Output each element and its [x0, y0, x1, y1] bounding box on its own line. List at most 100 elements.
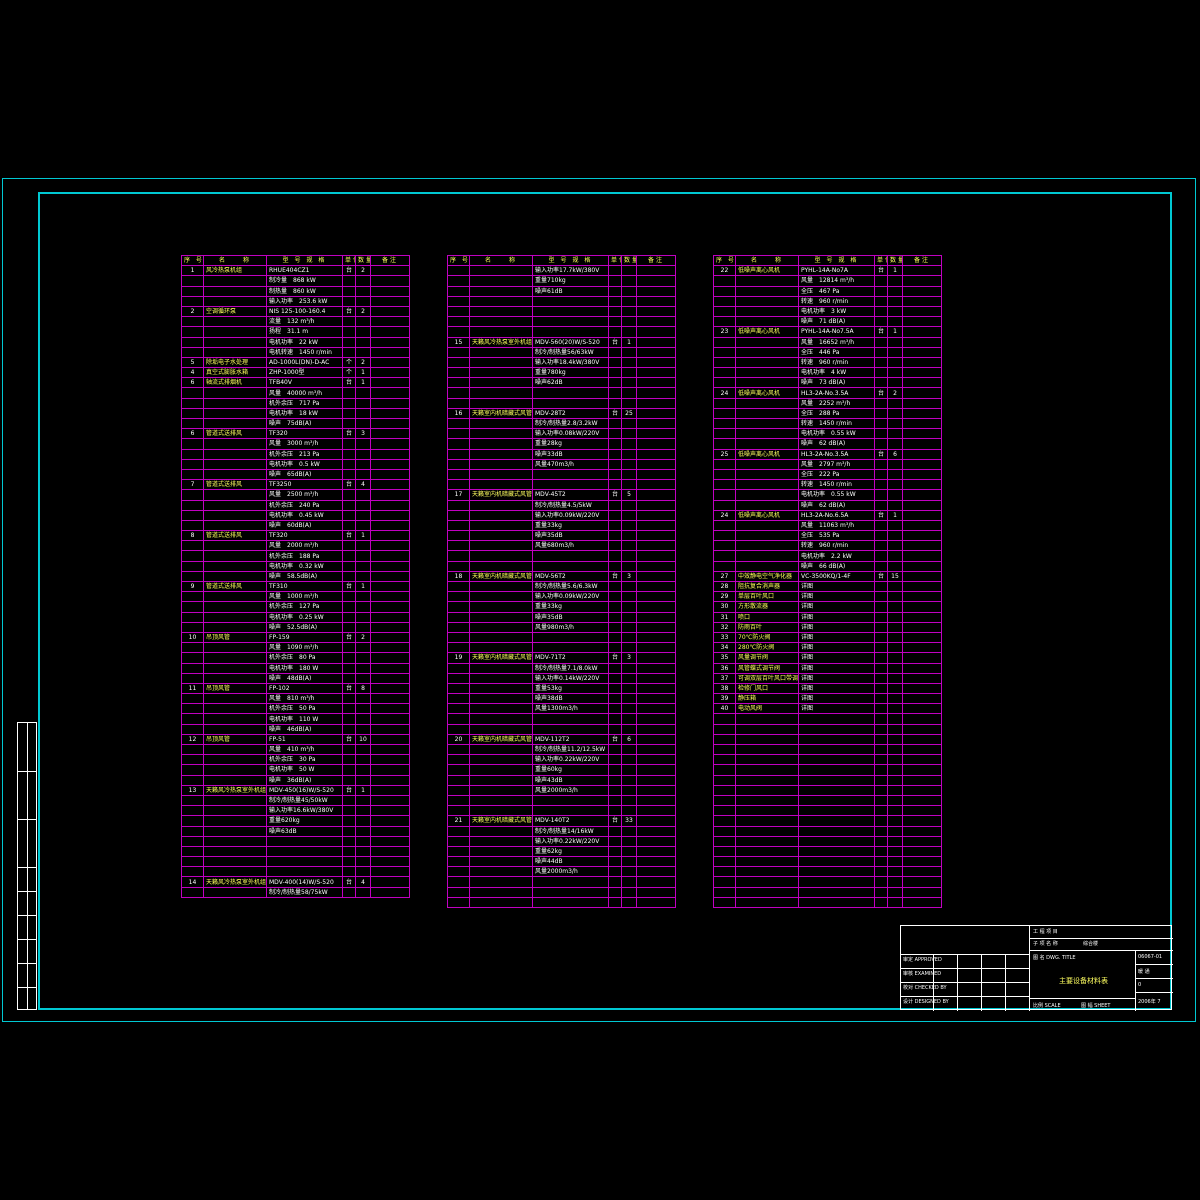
row-number-cell: 8: [181, 530, 204, 542]
table-row: 6 轴流式排烟机 TFB40V 台 1: [181, 377, 410, 389]
quantity-cell: [621, 265, 637, 277]
table-row: [713, 743, 942, 756]
table-row: 噪声61dB: [447, 285, 676, 297]
row-number-cell: [713, 835, 736, 847]
equipment-name-cell: 天籁风冷热泵室外机组: [203, 784, 267, 796]
model-spec-cell: 重量60kg: [532, 764, 609, 776]
row-number-cell: [181, 285, 204, 297]
equipment-name-cell: [469, 305, 533, 318]
quantity-cell: [887, 825, 903, 837]
unit-cell: [874, 316, 888, 328]
remark-cell: [636, 754, 676, 766]
remark-cell: [636, 774, 676, 786]
model-spec-cell: [532, 387, 609, 399]
equipment-name-cell: 防雨百叶: [735, 621, 799, 633]
equipment-name-cell: 中效静电空气净化器: [735, 570, 799, 583]
quantity-cell: [355, 387, 371, 399]
quantity-cell: [355, 417, 371, 430]
model-spec-cell: 噪声 65dB(A): [266, 468, 343, 481]
quantity-cell: [355, 723, 371, 735]
model-spec-cell: 电机功率 0.32 kW: [266, 560, 343, 572]
table-row: 14 天籁风冷热泵室外机组 MDV-400(14)W/S-520 台 4: [181, 876, 410, 888]
remark-cell: [370, 265, 410, 277]
table-row: [713, 713, 942, 725]
equipment-name-cell: [203, 275, 267, 287]
remark-cell: [636, 305, 676, 318]
model-spec-cell: 噪声 62 dB(A): [798, 438, 875, 450]
remark-cell: [636, 417, 676, 430]
remark-cell: [636, 377, 676, 389]
table-row: 31 喷口 详图: [713, 611, 942, 623]
remark-cell: [636, 275, 676, 287]
table-row: 制冷/制热量7.1/8.0kW: [447, 662, 676, 674]
unit-cell: 台: [342, 784, 356, 796]
remark-cell: [636, 662, 676, 674]
remark-cell: [370, 275, 410, 287]
remark-cell: [636, 458, 676, 470]
quantity-cell: [887, 764, 903, 776]
row-number-cell: 10: [181, 631, 204, 644]
row-number-cell: [181, 672, 204, 684]
table-row: 机外余压 717 Pa: [181, 397, 410, 409]
table-row: 噪声 46dB(A): [181, 723, 410, 735]
unit-cell: [342, 815, 356, 827]
quantity-cell: [621, 845, 637, 858]
equipment-name-cell: [469, 825, 533, 837]
row-number-cell: [447, 631, 470, 644]
equipment-name-cell: [203, 642, 267, 654]
quantity-cell: 1: [355, 377, 371, 389]
equipment-table-2: 序 号名 称型 号 规 格单位数量备注 输入功率17.7kW/380V重量710…: [447, 254, 676, 909]
model-spec-cell: 全压 535 Pa: [798, 530, 875, 542]
row-number-cell: [713, 866, 736, 878]
unit-cell: [874, 825, 888, 837]
equipment-name-cell: [735, 733, 799, 746]
equipment-name-cell: [203, 407, 267, 420]
unit-cell: [874, 835, 888, 847]
equipment-name-cell: [469, 540, 533, 552]
remark-cell: [902, 550, 942, 562]
unit-cell: [608, 275, 622, 287]
quantity-cell: [621, 896, 637, 909]
quantity-cell: [887, 672, 903, 684]
remark-cell: [636, 448, 676, 460]
quantity-cell: [887, 316, 903, 328]
model-spec-cell: 电机功率 22 kW: [266, 336, 343, 348]
row-number-cell: [181, 570, 204, 583]
model-spec-cell: [798, 825, 875, 837]
table-row: 29 单层百叶风口 详图: [713, 591, 942, 603]
model-spec-cell: [266, 856, 343, 868]
model-spec-cell: [798, 764, 875, 776]
equipment-name-cell: [735, 805, 799, 817]
model-spec-cell: 风量 2500 m³/h: [266, 489, 343, 501]
row-number-cell: [447, 754, 470, 766]
model-spec-cell: 风量 2797 m³/h: [798, 458, 875, 470]
model-spec-cell: 扬程 31.1 m: [266, 326, 343, 338]
model-spec-cell: [532, 305, 609, 318]
row-number-cell: [447, 601, 470, 613]
model-spec-cell: 电机功率 110 W: [266, 713, 343, 725]
table-row: 噪声 66 dB(A): [713, 560, 942, 572]
table-row: [181, 856, 410, 868]
unit-cell: [874, 856, 888, 868]
model-spec-cell: HL3-2A-No.6.5A: [798, 509, 875, 521]
table-row: 风量 3000 m³/h: [181, 438, 410, 450]
row-number-cell: [447, 662, 470, 674]
model-spec-cell: 制冷/制热量56/63kW: [532, 346, 609, 358]
model-spec-cell: [798, 815, 875, 827]
unit-cell: [608, 285, 622, 297]
table-row: [713, 835, 942, 847]
model-spec-cell: [798, 866, 875, 878]
model-spec-cell: 风量2000m3/h: [532, 784, 609, 796]
model-spec-cell: [532, 550, 609, 562]
version: 0: [1138, 982, 1142, 988]
unit-cell: [608, 356, 622, 369]
table-row: 电机功率 0.55 kW: [713, 428, 942, 440]
quantity-cell: [355, 693, 371, 705]
row-number-cell: [181, 621, 204, 633]
model-spec-cell: MDV-400(14)W/S-520: [266, 876, 343, 888]
equipment-name-cell: [735, 825, 799, 837]
equipment-name-cell: 电动风阀: [735, 703, 799, 715]
row-number-cell: 16: [447, 407, 470, 420]
row-number-cell: 4: [181, 367, 204, 379]
model-spec-cell: MDV-71T2: [532, 652, 609, 664]
